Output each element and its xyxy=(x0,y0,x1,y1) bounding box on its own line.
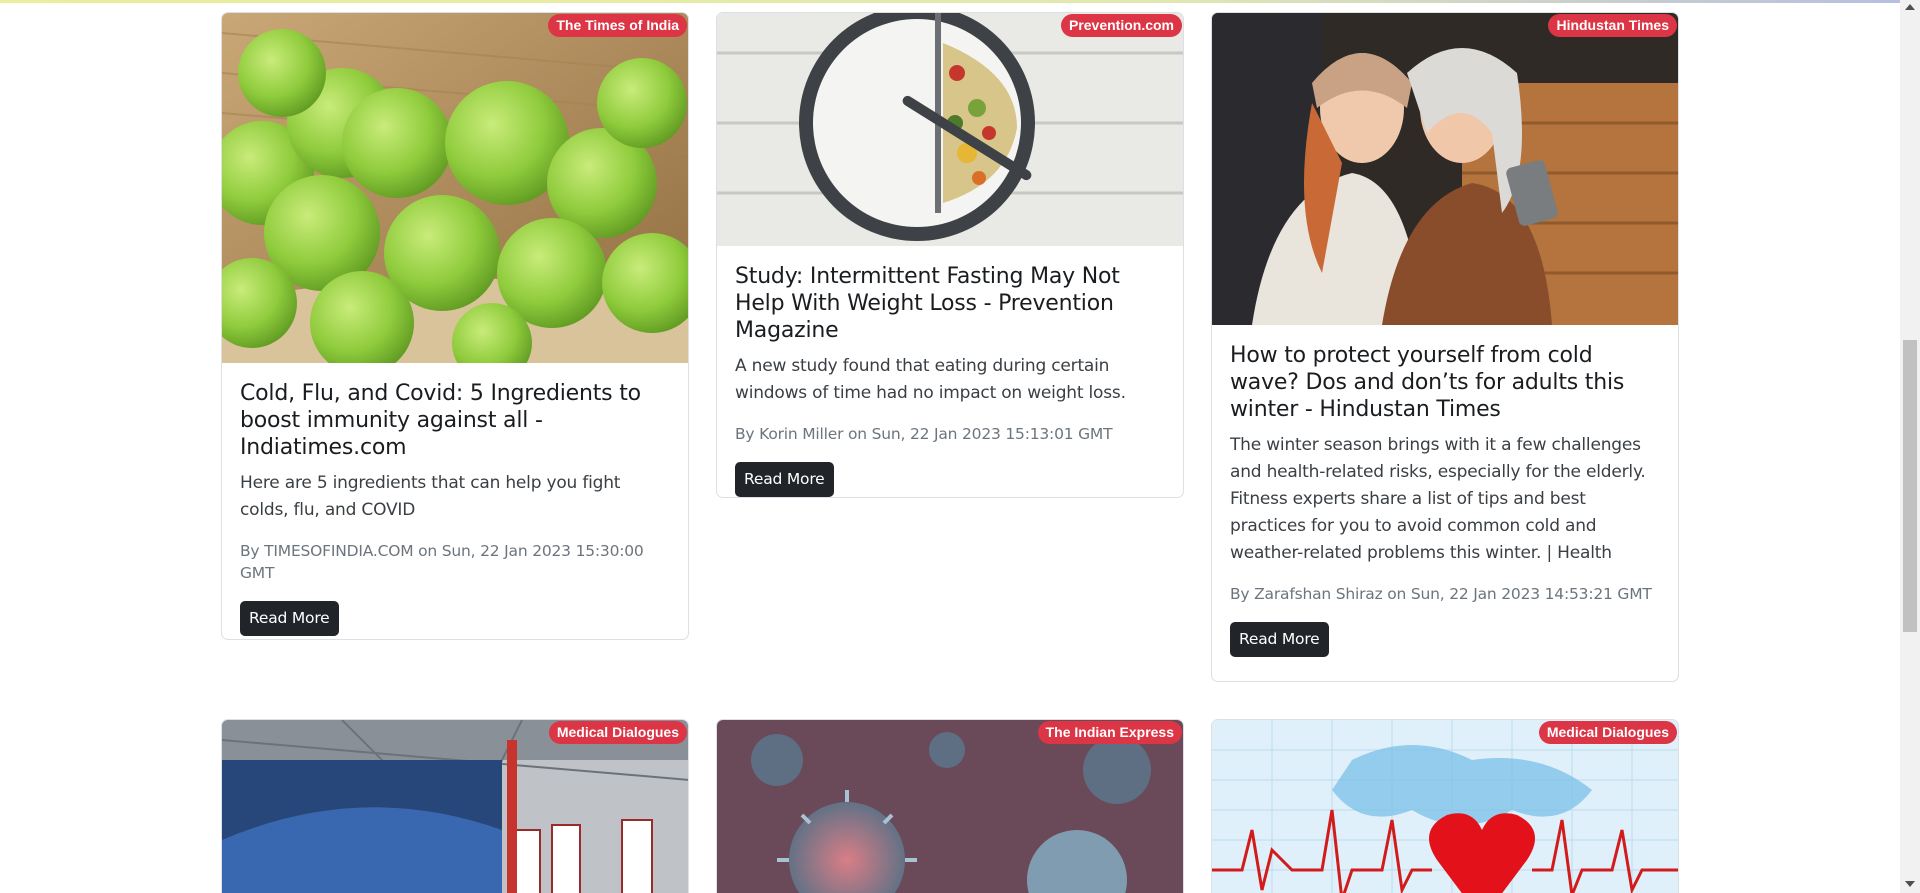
card-body: Study: Intermittent Fasting May Not Help… xyxy=(717,246,1183,497)
source-badge: Medical Dialogues xyxy=(548,721,687,744)
article-meta: By TIMESOFINDIA.COM on Sun, 22 Jan 2023 … xyxy=(240,542,644,582)
heart-ecg-image xyxy=(1212,720,1678,893)
news-card: Hindustan Times How to protect yourself … xyxy=(1211,12,1679,682)
card-body: How to protect yourself from cold wave? … xyxy=(1212,325,1678,675)
article-image[interactable]: Medical Dialogues xyxy=(1212,720,1678,893)
news-card: The Indian Express xyxy=(716,719,1184,893)
stadium-image xyxy=(222,720,688,893)
source-badge: Prevention.com xyxy=(1060,14,1182,37)
article-image[interactable]: The Times of India xyxy=(222,13,688,363)
scrollbar-thumb[interactable] xyxy=(1903,340,1917,632)
source-badge: Hindustan Times xyxy=(1548,14,1677,37)
article-meta: By Korin Miller on Sun, 22 Jan 2023 15:1… xyxy=(735,425,1113,443)
winter-selfie-image xyxy=(1212,13,1678,325)
read-more-button[interactable]: Read More xyxy=(1230,622,1329,657)
article-image[interactable]: Prevention.com xyxy=(717,13,1183,246)
page-loading-strip xyxy=(0,0,1900,3)
article-title: How to protect yourself from cold wave? … xyxy=(1230,343,1625,422)
news-card: Prevention.com Study: Intermittent Fasti… xyxy=(716,12,1184,498)
article-image[interactable]: The Indian Express xyxy=(717,720,1183,893)
virus-image xyxy=(717,720,1183,893)
scroll-down-arrow-icon[interactable] xyxy=(1905,881,1915,887)
article-description: Here are 5 ingredients that can help you… xyxy=(240,473,621,520)
article-image[interactable]: Medical Dialogues xyxy=(222,720,688,893)
source-badge: The Times of India xyxy=(548,14,687,37)
article-title: Cold, Flu, and Covid: 5 Ingredients to b… xyxy=(240,381,641,460)
news-card: Medical Dialogues xyxy=(1211,719,1679,893)
card-body: Cold, Flu, and Covid: 5 Ingredients to b… xyxy=(222,363,688,639)
article-meta: By Zarafshan Shiraz on Sun, 22 Jan 2023 … xyxy=(1230,585,1652,603)
article-image[interactable]: Hindustan Times xyxy=(1212,13,1678,325)
gooseberries-image xyxy=(222,13,688,363)
news-card: The Times of India Cold, Flu, and Covid:… xyxy=(221,12,689,640)
read-more-button[interactable]: Read More xyxy=(240,601,339,636)
article-title: Study: Intermittent Fasting May Not Help… xyxy=(735,264,1120,343)
page-scrollbar[interactable] xyxy=(1900,0,1920,893)
source-badge: Medical Dialogues xyxy=(1538,721,1677,744)
news-card: Medical Dialogues xyxy=(221,719,689,893)
source-badge: The Indian Express xyxy=(1037,721,1182,744)
read-more-button[interactable]: Read More xyxy=(735,462,834,497)
scroll-up-arrow-icon[interactable] xyxy=(1905,4,1915,10)
fasting-plate-image xyxy=(717,13,1183,246)
article-description: The winter season brings with it a few c… xyxy=(1230,435,1646,563)
article-description: A new study found that eating during cer… xyxy=(735,356,1126,403)
